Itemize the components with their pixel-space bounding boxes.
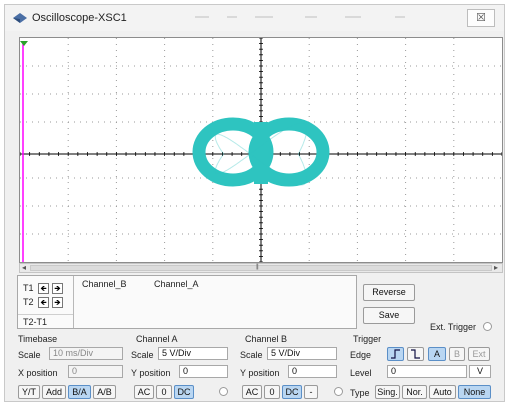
title-decoration (195, 16, 209, 18)
scope-display[interactable] (19, 37, 503, 263)
reverse-button[interactable]: Reverse (363, 284, 415, 301)
arrow-right-icon: 🡺 (54, 298, 61, 307)
channel-b-scale-field[interactable]: 5 V/Div (267, 347, 337, 360)
timebase-title: Timebase (18, 334, 58, 344)
column-header-channel-b: Channel_B (82, 279, 127, 289)
close-button[interactable]: ☒ (467, 9, 495, 27)
title-decoration (345, 16, 361, 18)
title-decoration (227, 16, 237, 18)
close-icon: ☒ (476, 12, 486, 24)
trigger-edge-label: Edge (350, 350, 372, 360)
t2-right-button[interactable]: 🡺 (52, 297, 63, 308)
t2-label: T2 (23, 297, 34, 307)
t1-left-button[interactable]: 🡸 (38, 283, 49, 294)
t2-left-button[interactable]: 🡸 (38, 297, 49, 308)
trigger-type-normal-button[interactable]: Nor. (402, 385, 427, 399)
scroll-right-icon[interactable]: ▸ (494, 263, 498, 272)
trace-center-band (254, 122, 268, 184)
channel-a-dc-button[interactable]: DC (174, 385, 194, 399)
channel-b-minus-button[interactable]: - (304, 385, 318, 399)
t2-t1-label: T2-T1 (23, 317, 48, 327)
channel-a-scale-label: Scale (131, 350, 154, 360)
scrollbar-grip-icon: ||| (256, 264, 259, 270)
trigger-type-label: Type (350, 388, 370, 398)
mode-add-button[interactable]: Add (42, 385, 66, 399)
channel-a-y-position-field[interactable]: 0 (179, 365, 228, 378)
x-position-label: X position (18, 368, 58, 378)
trigger-source-ext-button[interactable]: Ext (468, 347, 490, 361)
trigger-type-single-button[interactable]: Sing. (375, 385, 400, 399)
trigger-level-label: Level (350, 368, 372, 378)
ext-trigger-radio[interactable] (483, 322, 492, 331)
channel-b-dc-button[interactable]: DC (282, 385, 302, 399)
falling-edge-button[interactable] (407, 347, 424, 361)
horizontal-scrollbar[interactable]: ◂ ||| ▸ (19, 263, 503, 273)
t2-cursor-marker (20, 41, 28, 46)
t1-right-button[interactable]: 🡺 (52, 283, 63, 294)
trigger-source-a-button[interactable]: A (428, 347, 446, 361)
channel-b-y-position-label: Y position (240, 368, 280, 378)
scrollbar-thumb[interactable] (30, 265, 492, 271)
divider (18, 314, 73, 315)
oscilloscope-icon (13, 13, 27, 23)
trigger-level-unit[interactable]: V (469, 365, 491, 378)
t1-label: T1 (23, 283, 34, 293)
channel-b-ac-button[interactable]: AC (242, 385, 262, 399)
title-decoration (305, 16, 317, 18)
timebase-scale-label: Scale (18, 350, 41, 360)
window-title: Oscilloscope-XSC1 (32, 12, 127, 24)
channel-b-color-radio[interactable] (334, 387, 343, 396)
channel-b-title: Channel B (245, 334, 288, 344)
rising-edge-button[interactable] (387, 347, 404, 361)
title-decoration (395, 16, 405, 18)
trigger-source-b-button[interactable]: B (449, 347, 465, 361)
ext-trigger-label: Ext. Trigger (430, 322, 477, 332)
arrow-left-icon: 🡸 (40, 298, 47, 307)
channel-a-title: Channel A (136, 334, 178, 344)
trigger-type-auto-button[interactable]: Auto (429, 385, 456, 399)
channel-a-y-position-label: Y position (131, 368, 171, 378)
timebase-scale-field[interactable]: 10 ms/Div (49, 347, 123, 360)
arrow-left-icon: 🡸 (40, 284, 47, 293)
arrow-right-icon: 🡺 (54, 284, 61, 293)
rising-edge-icon (391, 349, 400, 359)
channel-a-zero-button[interactable]: 0 (156, 385, 172, 399)
cursor-readout-panel: T1 🡸 🡺 T2 🡸 🡺 T2-T1 Channel_B Channel_A (17, 275, 357, 329)
scroll-left-icon[interactable]: ◂ (22, 263, 26, 272)
column-header-channel-a: Channel_A (154, 279, 199, 289)
channel-a-scale-field[interactable]: 5 V/Div (158, 347, 228, 360)
trigger-level-field[interactable]: 0 (387, 365, 467, 378)
trigger-title: Trigger (353, 334, 382, 344)
divider (73, 276, 74, 328)
x-position-field[interactable]: 0 (68, 365, 123, 378)
channel-a-color-radio[interactable] (219, 387, 228, 396)
channel-a-ac-button[interactable]: AC (134, 385, 154, 399)
save-button[interactable]: Save (363, 307, 415, 324)
trigger-type-none-button[interactable]: None (458, 385, 491, 399)
title-bar: Oscilloscope-XSC1 ☒ (5, 5, 504, 31)
channel-b-y-position-field[interactable]: 0 (288, 365, 337, 378)
scope-screen (20, 38, 502, 262)
channel-b-scale-label: Scale (240, 350, 263, 360)
mode-ab-button[interactable]: A/B (93, 385, 116, 399)
oscilloscope-window: Oscilloscope-XSC1 ☒ ◂ ||| ▸ T1 🡸 🡺 T2 🡸 … (4, 4, 505, 402)
mode-yt-button[interactable]: Y/T (18, 385, 40, 399)
mode-ba-button[interactable]: B/A (68, 385, 91, 399)
channel-b-zero-button[interactable]: 0 (264, 385, 280, 399)
title-decoration (255, 16, 273, 18)
falling-edge-icon (411, 349, 420, 359)
